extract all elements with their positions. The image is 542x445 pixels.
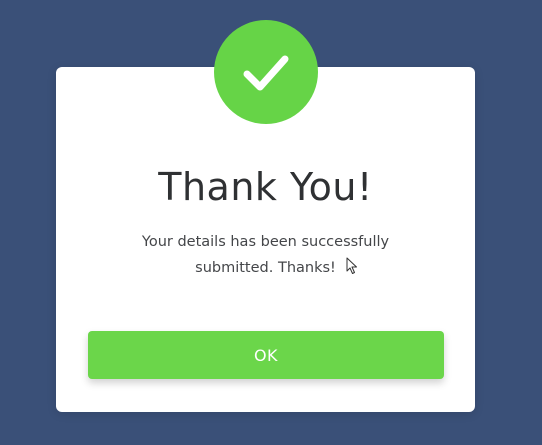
- dialog-message-line1: Your details has been successfully: [141, 234, 390, 250]
- dialog-message: Your details has been successfully submi…: [96, 229, 435, 281]
- dialog-message-line2: submitted. Thanks!: [195, 260, 336, 276]
- dialog-title: Thank You!: [158, 165, 373, 209]
- success-badge: [214, 20, 318, 124]
- ok-button[interactable]: OK: [88, 331, 444, 379]
- mouse-pointer-icon: [346, 257, 357, 274]
- checkmark-icon: [243, 55, 289, 91]
